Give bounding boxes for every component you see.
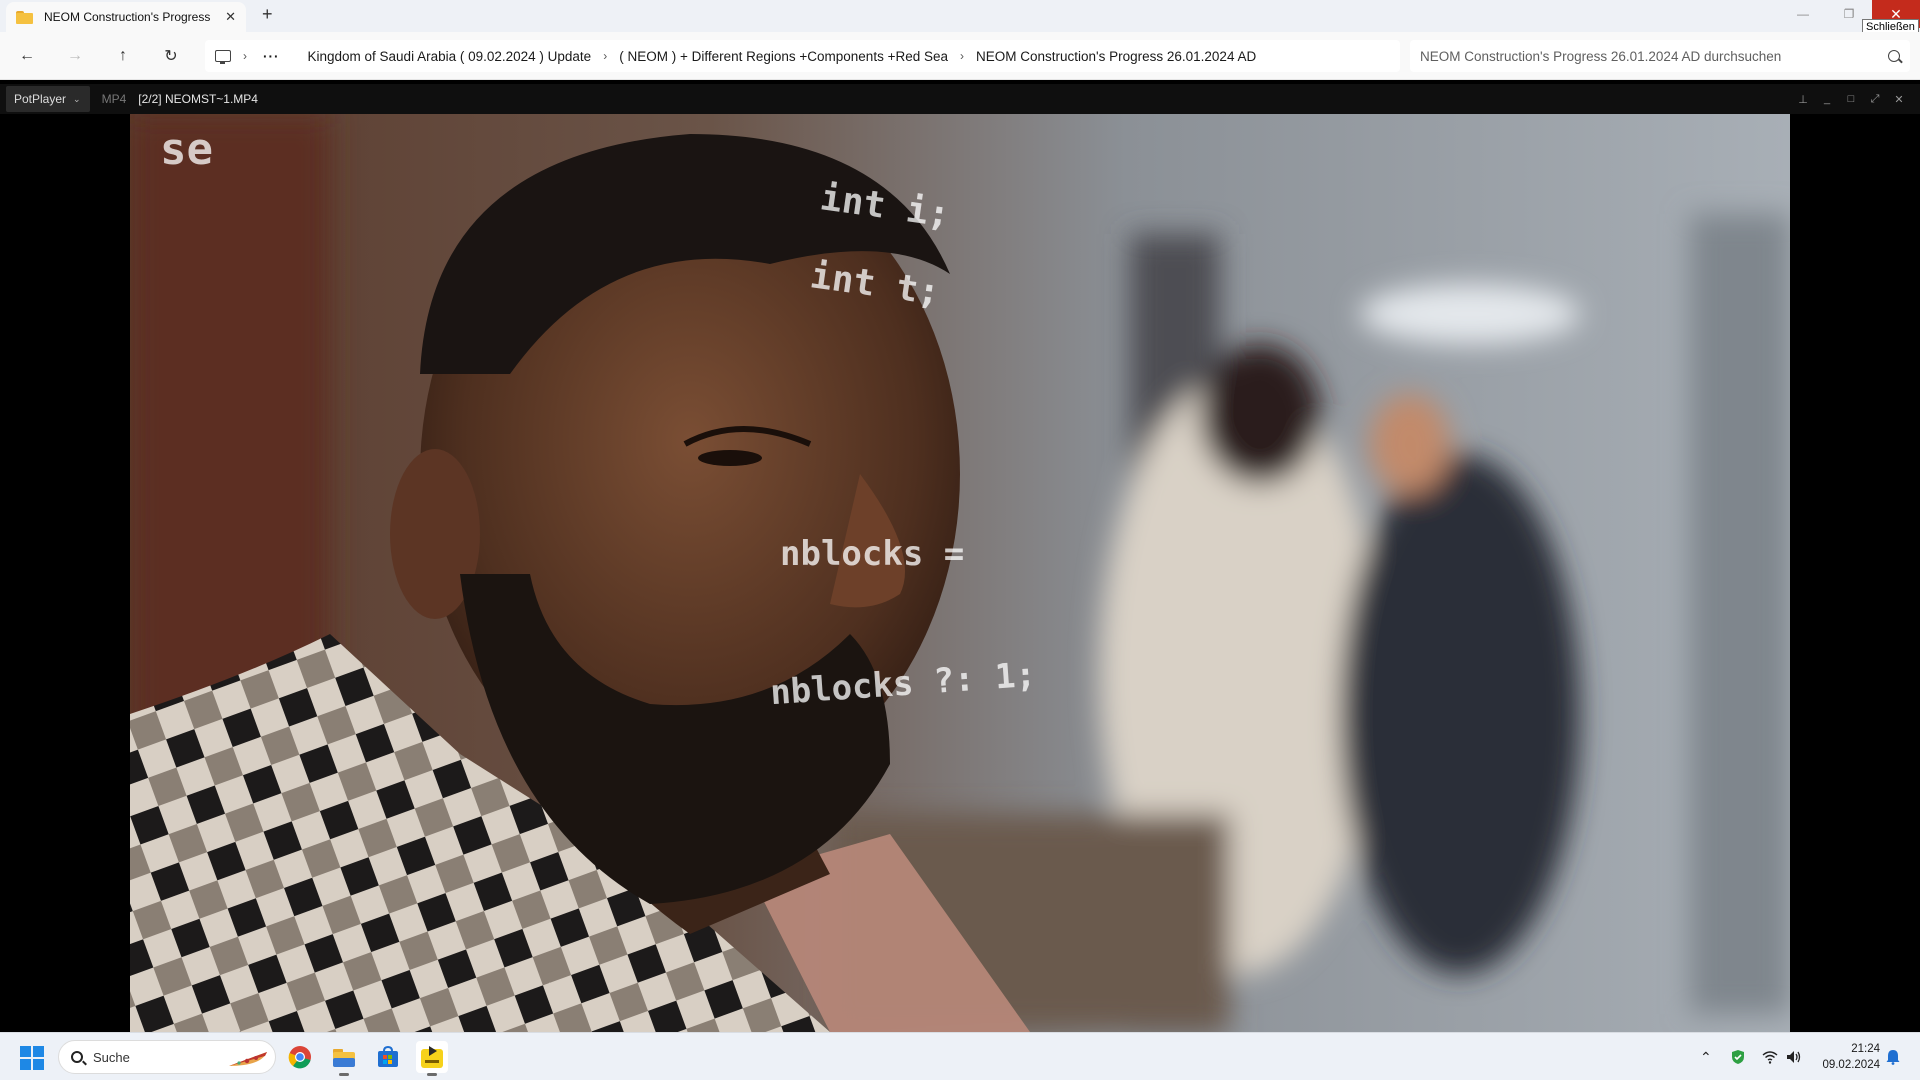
taskbar-search-label: Suche [93,1049,130,1065]
windows-logo-tile [33,1046,44,1057]
overlay-text-line: int i; [817,177,953,236]
video-frame[interactable]: se int i; int t; nblocks = nblocks ?: 1; [130,114,1790,1032]
explorer-tab[interactable]: NEOM Construction's Progress ✕ [6,2,246,32]
chevron-down-icon: ⌄ [73,93,81,104]
running-indicator [339,1073,349,1076]
up-button[interactable]: ↑ [110,44,136,68]
chevron-up-icon: ⌃ [1700,1048,1712,1065]
overlay-text-line: se [160,124,213,175]
search-icon [71,1051,83,1063]
video-file-title: [2/2] NEOMST~1.MP4 [138,92,258,106]
video-overlay-code: se int i; int t; nblocks = nblocks ?: 1; [130,114,1790,1032]
folder-search-input[interactable]: NEOM Construction's Progress 26.01.2024 … [1410,40,1910,72]
taskbar-chrome[interactable] [284,1041,316,1073]
breadcrumb-item-neom-progress[interactable]: NEOM Construction's Progress 26.01.2024 … [976,49,1256,64]
computer-icon[interactable] [215,50,231,64]
explorer-tab-strip: NEOM Construction's Progress ✕ + — ❐ ✕ [0,0,1920,32]
breadcrumb-more-button[interactable]: ··· [263,49,280,64]
clock-time: 21:24 [1851,1043,1880,1055]
forward-button[interactable]: → [62,44,88,68]
tray-overflow-button[interactable]: ⌃ [1700,1033,1712,1080]
security-status-button[interactable] [1730,1033,1746,1080]
window-minimize-button[interactable]: — [1780,0,1826,28]
notifications-button[interactable] [1886,1033,1900,1080]
taskbar-clock[interactable]: 21:24 09.02.2024 [1810,1041,1880,1073]
tab-close-button[interactable]: ✕ [225,9,236,25]
shield-check-icon [1732,1050,1744,1064]
chevron-right-icon[interactable]: › [603,49,607,63]
speaker-icon [1787,1051,1801,1063]
taskbar-potplayer[interactable] [416,1041,448,1076]
potplayer-title-bar: PotPlayer ⌄ MP4 [2/2] NEOMST~1.MP4 ⊥ _ □… [0,84,1920,114]
clock-date: 09.02.2024 [1822,1059,1880,1071]
potplayer-menu-label: PotPlayer [14,92,67,106]
taskbar-file-explorer[interactable] [328,1041,360,1076]
overlay-text-line: int t; [807,255,943,314]
windows-logo-tile [20,1059,31,1070]
potplayer-icon [421,1046,443,1068]
file-format-label: MP4 [101,92,127,106]
search-placeholder: NEOM Construction's Progress 26.01.2024 … [1420,48,1782,64]
windows-start-button[interactable] [20,1046,44,1070]
refresh-button[interactable]: ↻ [158,44,184,68]
player-minimize-button[interactable]: _ [1817,89,1837,109]
overlay-text-line: nblocks = [780,534,965,574]
taskbar: Suche ⌃ 21:24 09.02.2024 [0,1032,1920,1080]
taskbar-microsoft-store[interactable] [372,1041,404,1073]
volume-button[interactable] [1786,1033,1802,1080]
tab-title: NEOM Construction's Progress [44,10,211,24]
player-maximize-button[interactable]: □ [1841,89,1861,109]
pizza-icon [229,1052,267,1066]
pin-icon[interactable]: ⊥ [1793,89,1813,109]
folder-icon [16,10,33,24]
potplayer-menu-button[interactable]: PotPlayer ⌄ [6,86,90,112]
microsoft-store-icon [378,1046,398,1067]
bell-icon [1886,1050,1900,1065]
file-explorer-icon [333,1049,355,1067]
wifi-icon [1762,1051,1778,1064]
breadcrumb[interactable]: › ··· › Kingdom of Saudi Arabia ( 09.02.… [205,40,1400,72]
taskbar-search-box[interactable]: Suche [58,1040,276,1074]
player-close-button[interactable]: ✕ [1889,89,1909,109]
overlay-text-line: nblocks ?: 1; [768,654,1038,714]
back-button[interactable]: ← [14,44,40,68]
explorer-address-bar: ← → ↑ ↻ › ··· › Kingdom of Saudi Arabia … [0,32,1920,80]
breadcrumb-item-neom-regions[interactable]: ( NEOM ) + Different Regions +Components… [619,49,948,64]
windows-logo-tile [20,1046,31,1057]
player-fullscreen-button[interactable]: ⤢ [1865,89,1885,109]
breadcrumb-item-saudi-arabia[interactable]: Kingdom of Saudi Arabia ( 09.02.2024 ) U… [308,49,592,64]
chevron-right-icon[interactable]: › [243,49,247,63]
windows-logo-tile [33,1059,44,1070]
running-indicator [427,1073,437,1076]
wifi-button[interactable] [1762,1033,1778,1080]
chrome-icon [288,1046,311,1069]
search-icon [1888,50,1900,62]
new-tab-button[interactable]: + [262,4,273,25]
chevron-right-icon[interactable]: › [960,49,964,63]
